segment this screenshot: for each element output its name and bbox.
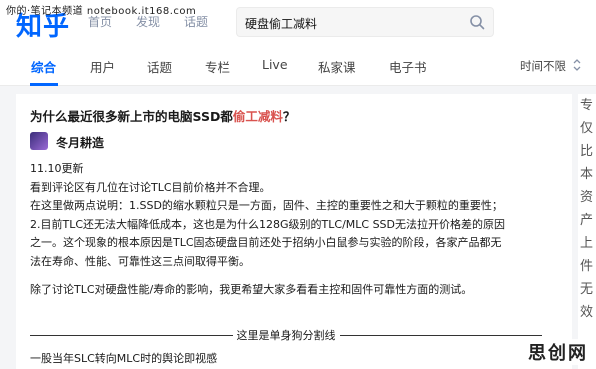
tab-users[interactable]: 用户: [90, 57, 115, 76]
sidebar-char: 效: [580, 305, 594, 320]
sidebar-char: 无: [580, 282, 594, 297]
content-last-line: 一股当年SLC转向MLC时的舆论即视感: [30, 352, 218, 365]
right-sidebar-cutoff: 专 仅 比 本 资 产 上 件 无 效: [578, 94, 596, 369]
tab-live[interactable]: Live: [262, 57, 288, 72]
author-name[interactable]: 冬月耕造: [56, 134, 104, 151]
content-line: 法在寿命、性能、可靠性这三点间取得平衡。: [30, 254, 250, 268]
top-bar: 知乎 首页 发现 话题 硬盘偷工减料 你的·笔记本频道 notebook.it1…: [0, 0, 596, 46]
search-tabs: 综合 用户 话题 专栏 Live 私家课 电子书 时间不限: [0, 46, 596, 86]
content-line: 之一。这个现象的根本原因是TLC固态硬盘目前还处于招纳小白鼠参与实验的阶段，各家…: [30, 236, 502, 249]
sidebar-char: 专: [580, 98, 594, 113]
sidebar-char: 比: [580, 144, 594, 159]
sidebar-char: 上: [580, 236, 594, 251]
tab-ebooks[interactable]: 电子书: [389, 57, 427, 76]
answer-content: 11.10更新 看到评论区有几位在讨论TLC目前价格并不合理。 在这里做两点说明…: [30, 160, 564, 300]
tab-all[interactable]: 综合: [31, 57, 56, 76]
title-highlight: 偷工减料: [232, 109, 283, 124]
avatar[interactable]: [30, 132, 48, 150]
content-line: 11.10更新: [30, 162, 84, 175]
content-paragraph: 除了讨论TLC对硬盘性能/寿命的影响，我更希望大家多看看主控和固件可靠性方面的测…: [30, 283, 473, 296]
search-input[interactable]: 硬盘偷工减料: [236, 7, 494, 37]
sidebar-char: 仅: [580, 121, 594, 136]
answer-card: 为什么最近很多新上市的电脑SSD都偷工减料？ 冬月耕造 11.10更新 看到评论…: [16, 94, 572, 369]
search-value: 硬盘偷工减料: [245, 17, 318, 31]
tab-columns[interactable]: 专栏: [205, 57, 230, 76]
watermark-bottom-right: 思创网: [526, 339, 590, 365]
tab-private-courses[interactable]: 私家课: [318, 57, 356, 76]
updown-chevron-icon[interactable]: [572, 56, 582, 74]
content-line: 2.目前TLC还无法大幅降低成本，这也是为什么128G级别的TLC/MLC SS…: [30, 217, 506, 231]
content-line: 在这里做两点说明：1.SSD的缩水颗粒只是一方面，固件、主控的重要性之和大于颗粒…: [30, 199, 503, 212]
content-line: 看到评论区有几位在讨论TLC目前价格并不合理。: [30, 180, 271, 194]
tab-topics[interactable]: 话题: [147, 57, 172, 76]
section-divider: 这里是单身狗分割线: [30, 328, 542, 342]
sidebar-char: 产: [580, 213, 594, 228]
sidebar-char: 资: [580, 190, 594, 205]
active-tab-indicator: [30, 83, 58, 86]
sidebar-char: 本: [580, 167, 594, 182]
title-text: 为什么最近很多新上市的电脑SSD都: [30, 109, 233, 124]
question-title[interactable]: 为什么最近很多新上市的电脑SSD都偷工减料？: [30, 106, 295, 125]
divider-text: 这里是单身狗分割线: [236, 329, 336, 342]
title-suffix: ？: [282, 109, 296, 124]
watermark-top: 你的·笔记本频道 notebook.it168.com: [6, 6, 197, 17]
search-icon[interactable]: [469, 14, 485, 30]
time-filter[interactable]: 时间不限: [520, 58, 566, 74]
sidebar-char: 件: [580, 259, 594, 274]
